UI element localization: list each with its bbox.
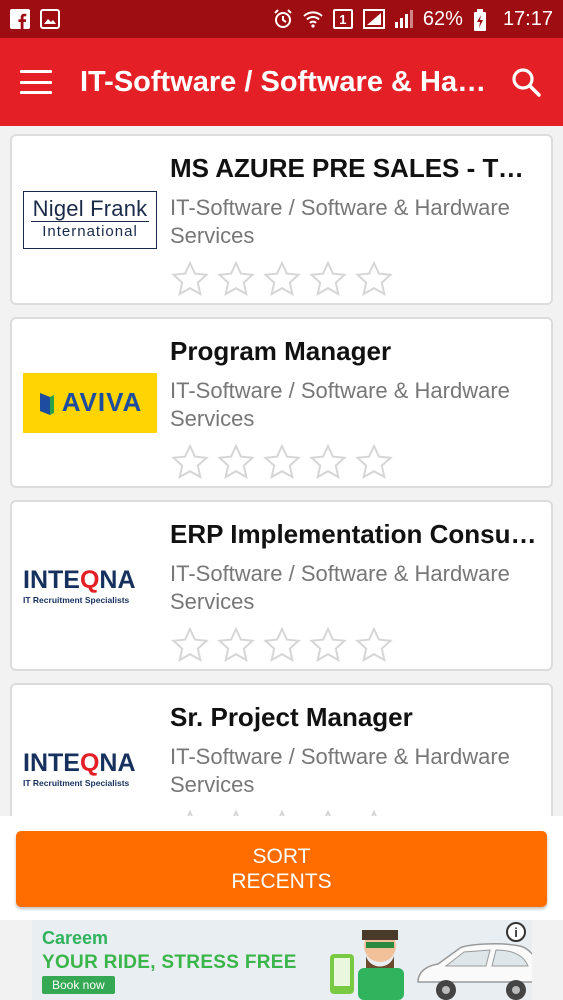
hamburger-menu-icon[interactable] <box>20 70 52 94</box>
status-bar: 1 62% 17:17 <box>0 0 563 38</box>
star-icon[interactable] <box>216 260 256 296</box>
job-category: IT-Software / Software & Hardware Servic… <box>170 561 510 614</box>
sim-indicator: 1 <box>332 9 353 29</box>
battery-percent: 62% <box>422 7 463 30</box>
battery-charging-icon <box>473 9 493 31</box>
star-icon[interactable] <box>262 809 302 816</box>
app-bar: IT-Software / Software & Hardware Servic… <box>0 38 563 126</box>
job-title: Program Manager <box>170 336 392 366</box>
star-icon[interactable] <box>308 260 348 296</box>
gallery-icon <box>40 9 60 29</box>
signal-box-icon <box>362 9 385 29</box>
rating-stars[interactable] <box>170 260 537 296</box>
job-title: ERP Implementation Consultant <box>170 519 537 549</box>
star-icon[interactable] <box>170 260 210 296</box>
ad-brand: Careem <box>42 928 109 948</box>
job-card[interactable]: AVIVA Program Manager IT-Software / Soft… <box>10 317 553 488</box>
signal-icon <box>393 9 413 29</box>
company-logo-aviva: AVIVA <box>12 319 162 486</box>
sort-recents-button[interactable]: SORT RECENTS <box>16 831 547 907</box>
rating-stars[interactable] <box>170 809 537 816</box>
sort-bar: SORT RECENTS <box>0 816 563 920</box>
clock: 17:17 <box>502 7 553 30</box>
job-category: IT-Software / Software & Hardware Servic… <box>170 378 510 431</box>
ad-banner[interactable]: Careem YOUR RIDE, STRESS FREE Book now i <box>32 920 532 1000</box>
star-icon[interactable] <box>354 809 394 816</box>
star-icon[interactable] <box>216 443 256 479</box>
star-icon[interactable] <box>308 443 348 479</box>
job-category: IT-Software / Software & Hardware Servic… <box>170 744 510 797</box>
page-title: IT-Software / Software & Hardware Servic… <box>80 65 489 98</box>
star-icon[interactable] <box>170 809 210 816</box>
ad-person-illustration <box>330 930 404 1000</box>
rating-stars[interactable] <box>170 626 537 662</box>
job-card[interactable]: INTEQNA IT Recruitment Specialists ERP I… <box>10 500 553 671</box>
company-logo-inteqna: INTEQNA IT Recruitment Specialists <box>23 566 136 605</box>
star-icon[interactable] <box>170 443 210 479</box>
job-title: Sr. Project Manager <box>170 702 413 732</box>
star-icon[interactable] <box>170 626 210 662</box>
job-title: MS AZURE PRE SALES - TOP MNC <box>170 153 537 183</box>
ad-tagline: YOUR RIDE, STRESS FREE <box>42 952 297 973</box>
wifi-icon <box>303 9 323 29</box>
rating-stars[interactable] <box>170 443 537 479</box>
star-icon[interactable] <box>308 626 348 662</box>
star-icon[interactable] <box>354 260 394 296</box>
star-icon[interactable] <box>262 626 302 662</box>
star-icon[interactable] <box>308 809 348 816</box>
star-icon[interactable] <box>216 809 256 816</box>
company-logo-inteqna: INTEQNA IT Recruitment Specialists <box>23 749 136 788</box>
star-icon[interactable] <box>262 260 302 296</box>
ad-info-icon[interactable]: i <box>506 922 526 942</box>
alarm-icon <box>273 9 293 29</box>
job-list[interactable]: Nigel Frank International MS AZURE PRE S… <box>0 126 563 816</box>
job-card[interactable]: INTEQNA IT Recruitment Specialists Sr. P… <box>10 683 553 816</box>
job-card[interactable]: Nigel Frank International MS AZURE PRE S… <box>10 134 553 305</box>
job-category: IT-Software / Software & Hardware Servic… <box>170 195 510 248</box>
star-icon[interactable] <box>354 626 394 662</box>
star-icon[interactable] <box>262 443 302 479</box>
ad-book-now-button[interactable]: Book now <box>42 976 115 994</box>
ad-car-illustration <box>417 943 532 1000</box>
search-icon[interactable] <box>509 65 543 99</box>
company-logo-nigel-frank: Nigel Frank International <box>12 136 162 303</box>
star-icon[interactable] <box>354 443 394 479</box>
star-icon[interactable] <box>216 626 256 662</box>
facebook-icon <box>10 9 30 29</box>
